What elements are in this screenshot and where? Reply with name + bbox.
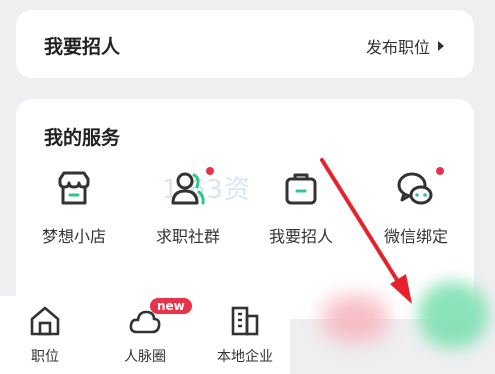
annotation-arrow	[320, 158, 412, 304]
